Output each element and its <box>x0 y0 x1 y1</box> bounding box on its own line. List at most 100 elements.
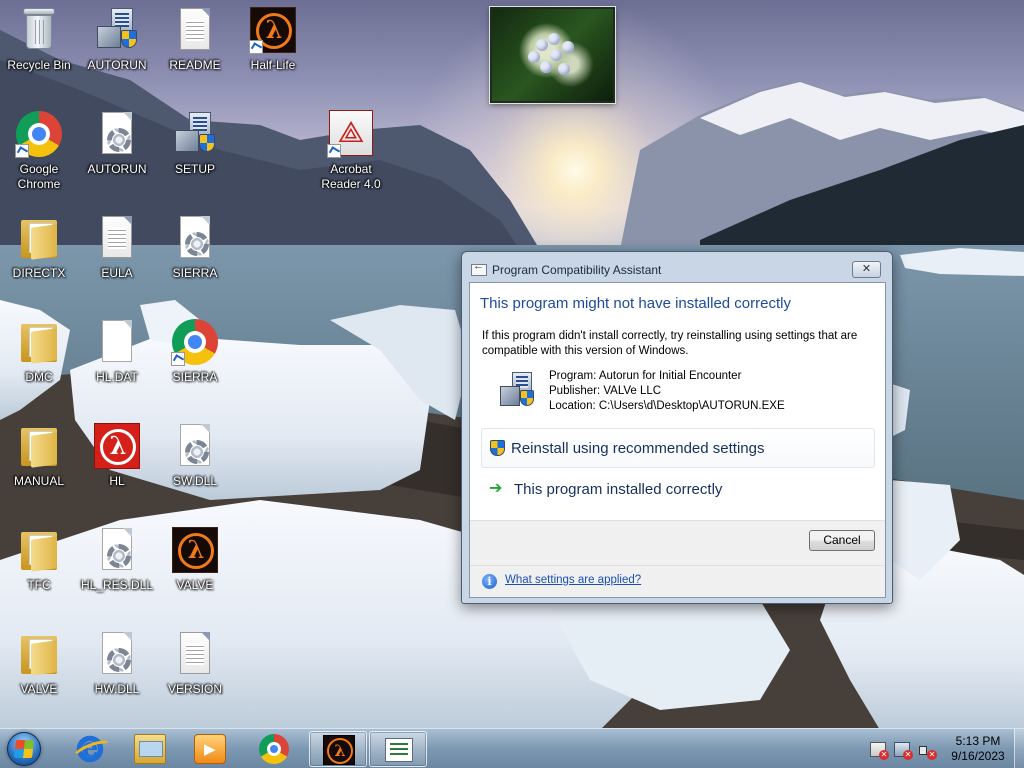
desktop-icon-label: HL_RES.DLL <box>80 578 154 592</box>
desktop-icon-readme[interactable]: README <box>156 0 234 96</box>
folder-icon <box>15 214 63 262</box>
desktop-icon-google-chrome[interactable]: Google Chrome <box>0 104 78 200</box>
start-button[interactable] <box>4 731 44 767</box>
desktop-icon-recycle-bin[interactable]: Recycle Bin <box>0 0 78 96</box>
settings-applied-link[interactable]: What settings are applied? <box>505 574 641 586</box>
program-location: Location: C:\Users\d\Desktop\AUTORUN.EXE <box>549 400 785 412</box>
installed-correctly-button[interactable]: ➔ This program installed correctly <box>481 470 875 510</box>
config-file-icon <box>93 110 141 158</box>
uac-shield-icon <box>490 440 505 456</box>
folder-icon <box>15 526 63 574</box>
desktop-icon-autorun-exe[interactable]: AUTORUN <box>78 0 156 96</box>
desktop-icon-eula[interactable]: EULA <box>78 208 156 304</box>
desktop-icon-setup[interactable]: SETUP <box>156 104 234 200</box>
green-arrow-icon: ➔ <box>489 480 503 497</box>
desktop-icon-label: VERSION <box>167 682 222 696</box>
desktop-icon-autorun-inf[interactable]: AUTORUN <box>78 104 156 200</box>
system-clock[interactable]: 5:13 PM 9/16/2023 <box>946 734 1010 764</box>
dialog-title: Program Compatibility Assistant <box>492 263 662 277</box>
half-life-icon: λ <box>171 526 219 574</box>
program-publisher: Publisher: VALVe LLC <box>549 385 662 397</box>
dialog-titlebar[interactable]: Program Compatibility Assistant ✕ <box>462 252 892 282</box>
dialog-button-strip: Cancel <box>470 521 885 565</box>
taskbar-internet-explorer[interactable]: e <box>61 731 119 767</box>
dll-file-icon <box>93 630 141 678</box>
desktop-icon-half-life[interactable]: λ Half-Life <box>234 0 312 96</box>
windows-logo-icon <box>14 740 34 758</box>
text-document-icon <box>171 630 219 678</box>
desktop-icon-label: README <box>169 58 221 72</box>
desktop-icon-label: DIRECTX <box>12 266 66 280</box>
desktop-icon-sierra-inf[interactable]: SIERRA <box>156 208 234 304</box>
desktop-icon-label: Half-Life <box>250 58 296 72</box>
desktop-icon-label: SETUP <box>174 162 215 176</box>
media-player-icon <box>194 734 226 764</box>
desktop-icon-label: DMC <box>25 370 53 384</box>
desktop-icon-acrobat-reader[interactable]: Acrobat Reader 4.0 <box>312 104 390 200</box>
folder-explorer-icon <box>134 734 166 764</box>
desktop-icon-hl-res-dll[interactable]: HL_RES.DLL <box>78 520 156 616</box>
desktop-icon-label: EULA <box>101 266 133 280</box>
chrome-icon <box>15 110 63 158</box>
setup-icon <box>93 6 141 54</box>
flower-petal <box>536 39 548 51</box>
help-info-icon: i <box>482 574 497 589</box>
recycle-bin-icon <box>15 6 63 54</box>
desktop-icon-hl[interactable]: λ HL <box>78 416 156 512</box>
action-center-flag-icon[interactable] <box>870 742 889 760</box>
half-life-icon <box>323 735 355 765</box>
half-life-icon: λ <box>249 6 297 54</box>
program-setup-icon <box>500 372 536 408</box>
desktop-icon-label: TFC <box>27 578 51 592</box>
chrome-icon <box>259 734 289 764</box>
desktop-icon-label: HL <box>109 474 125 488</box>
desktop-icon-directx[interactable]: DIRECTX <box>0 208 78 304</box>
desktop-icon-valve[interactable]: λ VALVE <box>156 520 234 616</box>
desktop-icon-label: AUTORUN <box>87 58 147 72</box>
folder-icon <box>15 630 63 678</box>
text-document-icon <box>93 214 141 262</box>
reinstall-recommended-button[interactable]: Reinstall using recommended settings <box>481 428 875 468</box>
desktop-icon-hl-dat[interactable]: HL.DAT <box>78 312 156 408</box>
shortcut-arrow-icon <box>249 40 263 54</box>
desktop-icon-label: HW.DLL <box>94 682 140 696</box>
desktop-icon-label: SW.DLL <box>172 474 217 488</box>
desktop-icon-tfc[interactable]: TFC <box>0 520 78 616</box>
desktop-icon-valve-folder[interactable]: VALVE <box>0 624 78 720</box>
show-desktop-button[interactable] <box>1014 729 1024 768</box>
taskbar-compatibility-assistant[interactable] <box>369 731 427 767</box>
close-button[interactable]: ✕ <box>852 261 881 278</box>
desktop-icon-dmc[interactable]: DMC <box>0 312 78 408</box>
clock-date: 9/16/2023 <box>951 749 1005 763</box>
volume-muted-icon[interactable] <box>918 742 937 760</box>
notification-area: 5:13 PM 9/16/2023 <box>864 729 1024 768</box>
desktop-icon-sierra-link[interactable]: SIERRA <box>156 312 234 408</box>
folder-icon <box>15 422 63 470</box>
desktop-icon-manual[interactable]: MANUAL <box>0 416 78 512</box>
photo-gadget[interactable] <box>490 7 615 103</box>
folder-icon <box>15 318 63 366</box>
flower-petal <box>528 51 540 63</box>
taskbar-half-life[interactable] <box>309 731 367 767</box>
cancel-button[interactable]: Cancel <box>809 530 875 551</box>
dialog-description: If this program didn't install correctly… <box>482 330 858 357</box>
desktop-icon-label: VALVE <box>20 682 58 696</box>
blank-file-icon <box>93 318 141 366</box>
dll-file-icon <box>171 422 219 470</box>
half-life-red-icon: λ <box>93 422 141 470</box>
desktop-icon-label: AUTORUN <box>87 162 147 176</box>
taskbar: e 5:13 PM 9/16/2023 <box>0 728 1024 768</box>
flower-petal <box>548 33 560 45</box>
taskbar-media-player[interactable] <box>181 731 239 767</box>
desktop-icon-hw-dll[interactable]: HW.DLL <box>78 624 156 720</box>
desktop-icon-version[interactable]: VERSION <box>156 624 234 720</box>
desktop-icon-label: SIERRA <box>172 266 218 280</box>
setup-icon <box>171 110 219 158</box>
network-disconnected-icon[interactable] <box>894 742 913 760</box>
desktop-icon-sw-dll[interactable]: SW.DLL <box>156 416 234 512</box>
shortcut-arrow-icon <box>327 144 341 158</box>
config-file-icon <box>171 214 219 262</box>
taskbar-google-chrome[interactable] <box>245 731 303 767</box>
taskbar-windows-explorer[interactable] <box>121 731 179 767</box>
list-window-icon <box>385 738 413 762</box>
